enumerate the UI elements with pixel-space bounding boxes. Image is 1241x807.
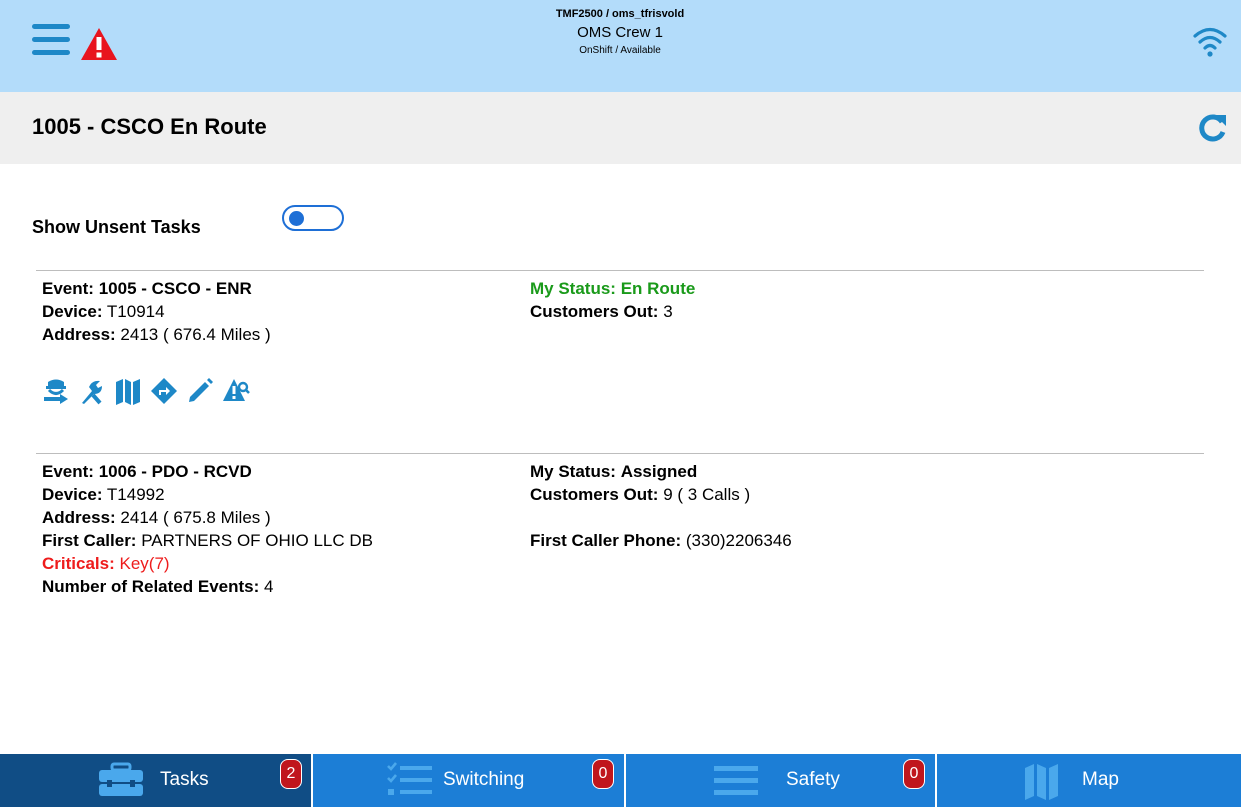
toolbox-icon xyxy=(99,762,143,796)
nav-label-map: Map xyxy=(1082,769,1119,790)
hazard-search-icon[interactable] xyxy=(222,377,250,405)
shift-status: OnShift / Available xyxy=(579,45,661,57)
address-label: Address: xyxy=(42,508,116,527)
status-label: My Status: xyxy=(530,279,616,298)
nav-label-safety: Safety xyxy=(786,769,840,790)
device-label: Device: xyxy=(42,302,103,321)
nav-tab-map[interactable]: Map xyxy=(937,754,1241,807)
event-value: 1005 - CSCO - ENR xyxy=(98,279,252,298)
crew-name: OMS Crew 1 xyxy=(577,24,663,42)
customers-value: 9 ( 3 Calls ) xyxy=(663,485,751,504)
first-caller-label: First Caller: xyxy=(42,531,137,550)
first-caller-phone-label: First Caller Phone: xyxy=(530,531,682,550)
related-events-value: 4 xyxy=(264,577,274,596)
device-value: T14992 xyxy=(106,485,165,504)
event-label: Event: xyxy=(42,462,94,481)
criticals-label: Criticals: xyxy=(42,554,115,573)
app-header: TMF2500 / oms_tfrisvold OMS Crew 1 OnShi… xyxy=(0,0,1241,92)
divider xyxy=(36,453,1204,454)
address-value: 2414 ( 675.8 Miles ) xyxy=(120,508,271,527)
bottom-nav: Tasks 2 Switching 0 Safety 0 Map xyxy=(0,754,1241,807)
directions-icon[interactable] xyxy=(150,377,178,405)
edit-icon[interactable] xyxy=(186,377,214,405)
related-events-label: Number of Related Events: xyxy=(42,577,260,596)
nav-tab-tasks[interactable]: Tasks 2 xyxy=(0,754,313,807)
wifi-icon xyxy=(1193,27,1227,57)
nav-tab-switching[interactable]: Switching 0 xyxy=(313,754,626,807)
status-value: En Route xyxy=(620,279,696,298)
tasks-count-badge: 2 xyxy=(280,759,302,789)
toggle-knob xyxy=(289,211,304,226)
page-title: 1005 - CSCO En Route xyxy=(32,114,267,139)
event-value: 1006 - PDO - RCVD xyxy=(98,462,252,481)
refresh-icon[interactable] xyxy=(1196,112,1228,144)
alert-icon[interactable] xyxy=(80,27,118,61)
safety-count-badge: 0 xyxy=(903,759,925,789)
nav-label-switching: Switching xyxy=(443,769,525,790)
status-value: Assigned xyxy=(620,462,698,481)
address-value: 2413 ( 676.4 Miles ) xyxy=(120,325,271,344)
switching-count-badge: 0 xyxy=(592,759,614,789)
device-value: T10914 xyxy=(106,302,165,321)
customers-value: 3 xyxy=(663,302,673,321)
map-icon xyxy=(1025,764,1058,800)
task-card-1006[interactable]: Event: 1006 - PDO - RCVD My Status: Assi… xyxy=(42,462,1202,600)
first-caller-phone-value: (330)2206346 xyxy=(685,531,792,550)
divider xyxy=(36,270,1204,271)
device-label: Device: xyxy=(42,485,103,504)
criticals-value: Key(7) xyxy=(119,554,170,573)
nav-label-tasks: Tasks xyxy=(160,769,209,790)
menu-icon[interactable] xyxy=(32,24,72,64)
crew-arrive-icon[interactable] xyxy=(42,377,70,405)
nav-tab-safety[interactable]: Safety 0 xyxy=(626,754,937,807)
status-label: My Status: xyxy=(530,462,616,481)
customers-label: Customers Out: xyxy=(530,485,659,504)
crew-info: TMF2500 / oms_tfrisvold OMS Crew 1 OnShi… xyxy=(420,8,820,57)
show-unsent-label: Show Unsent Tasks xyxy=(32,217,201,237)
customers-label: Customers Out: xyxy=(530,302,659,321)
user-id: TMF2500 / oms_tfrisvold xyxy=(555,8,685,20)
event-label: Event: xyxy=(42,279,94,298)
show-unsent-toggle[interactable] xyxy=(282,205,344,231)
page-title-bar: 1005 - CSCO En Route xyxy=(0,92,1241,164)
map-icon[interactable] xyxy=(114,377,142,405)
list-icon xyxy=(714,766,758,795)
first-caller-value: PARTNERS OF OHIO LLC DB xyxy=(141,531,373,550)
checklist-icon xyxy=(387,762,432,795)
address-label: Address: xyxy=(42,325,116,344)
wrench-icon[interactable] xyxy=(78,377,106,405)
task-card-1005[interactable]: Event: 1005 - CSCO - ENR My Status: En R… xyxy=(42,279,1202,405)
